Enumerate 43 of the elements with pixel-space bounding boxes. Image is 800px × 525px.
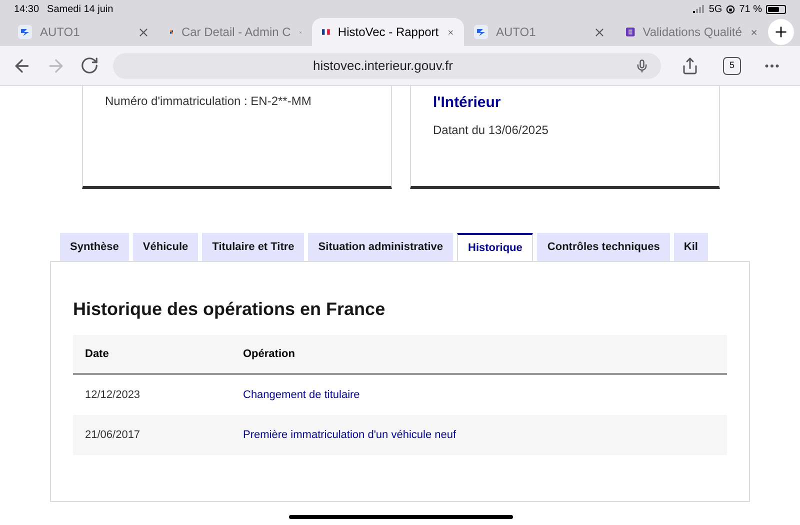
close-icon[interactable] [593,26,606,38]
share-icon[interactable] [681,56,699,74]
microphone-icon[interactable] [635,58,649,72]
column-header: Date [85,346,110,362]
tab-title: HistoVec - Rapport [338,24,439,41]
browser-tab[interactable]: HistoVec - Rapport [312,18,464,46]
card-text: Numéro d'immatriculation : EN-2**-MM [105,93,312,110]
address-field[interactable]: histovec.interieur.gouv.fr [113,52,661,78]
section-tab[interactable]: Kil [674,233,708,261]
operation-link[interactable]: Changement de titulaire [243,386,360,404]
section-tab[interactable]: Historique [457,233,534,261]
date-text: Samedi 14 juin [47,2,114,16]
column-header: Opération [243,346,295,362]
network-label: 5G [708,2,722,16]
tab-count-button[interactable]: 5 [723,56,741,74]
close-icon[interactable] [137,26,150,38]
section-tab[interactable]: Contrôles techniques [537,233,670,261]
section-tab[interactable]: Véhicule [132,233,198,261]
section-tab[interactable]: Synthèse [60,233,129,261]
signal-icon [692,5,705,13]
tab-title: Validations Qualité [642,24,742,41]
list-form-icon [626,25,635,39]
operation-link[interactable]: Première immatriculation d'un véhicule neuf [243,426,456,444]
tab-title: AUTO1 [496,24,537,41]
table-cell-text: 12/12/2023 [85,388,142,403]
battery-icon [766,4,786,14]
section-tab[interactable]: Titulaire et Titre [202,233,304,261]
flag-icon [322,27,330,37]
section-title: Historique des opérations en France [73,298,386,321]
lock-rotation-icon [726,4,736,14]
arrow-logo-icon [474,25,488,39]
card-title: l'Intérieur [433,93,502,113]
clock-time: 14:30 [14,2,40,16]
plus-icon [773,24,789,40]
tab-title: AUTO1 [40,24,81,41]
battery-percent: 71 % [739,2,762,16]
new-tab-button[interactable] [768,19,794,45]
table-cell-text: 21/06/2017 [85,428,142,443]
tab-title: Car Detail - Admin C [181,24,291,41]
reload-icon[interactable] [80,56,99,75]
card-text: Datant du 13/06/2025 [433,122,550,138]
arrow-logo-icon [18,25,32,39]
section-tab[interactable]: Situation administrative [308,233,453,261]
